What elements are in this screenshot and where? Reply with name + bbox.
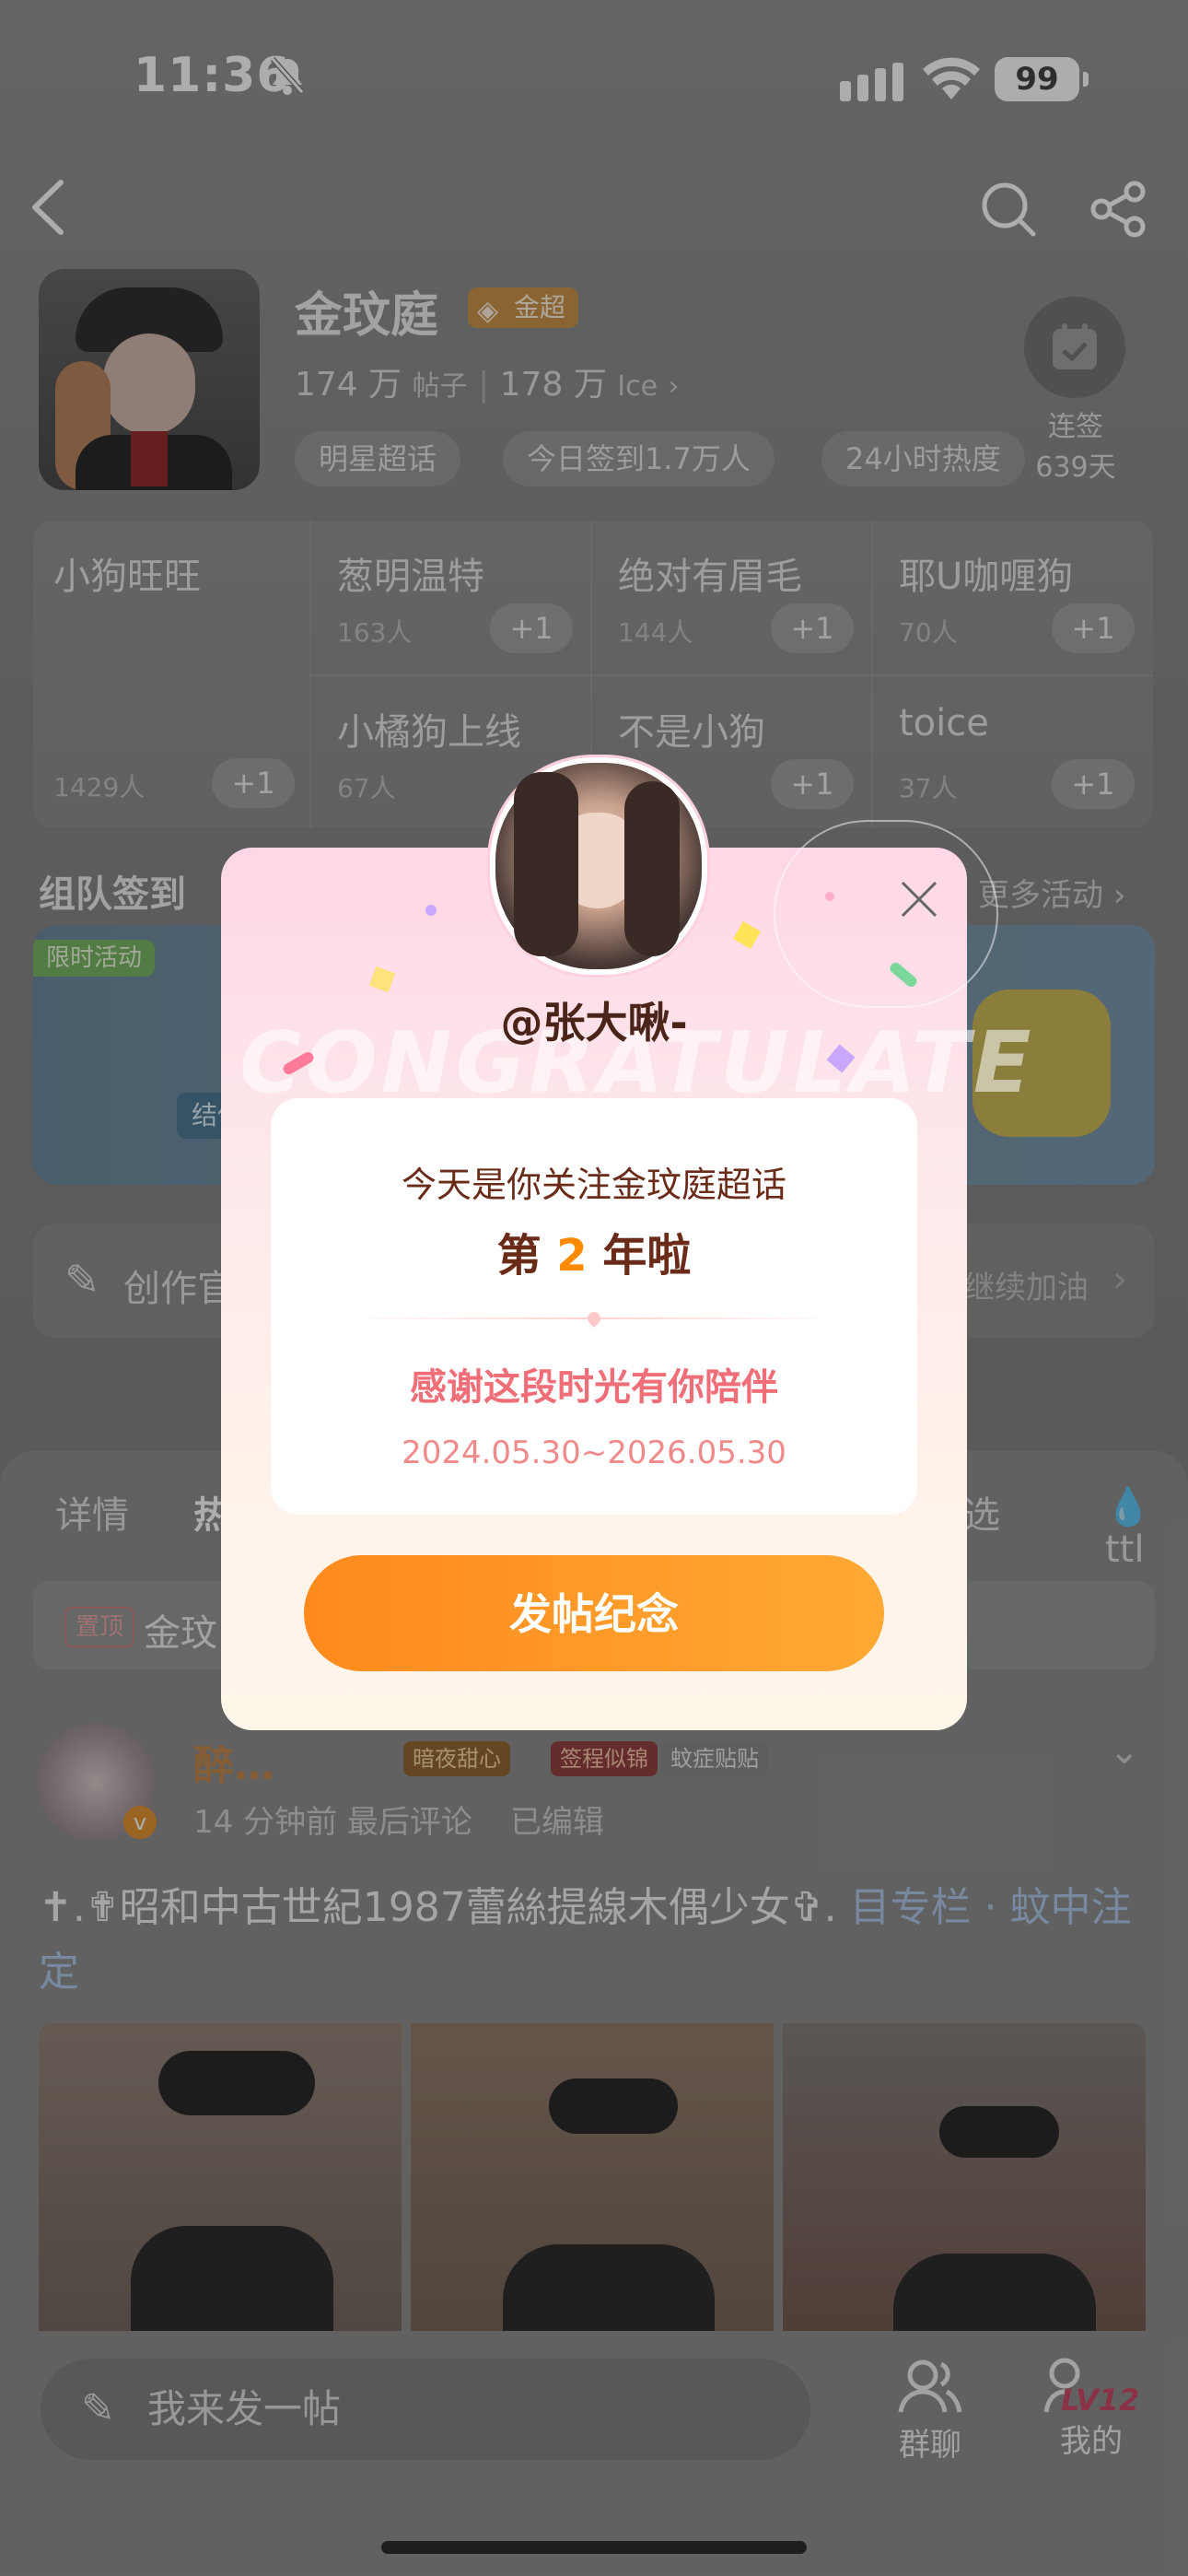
- anniversary-years: 第 2 年啦: [271, 1219, 917, 1283]
- decor-circle: [774, 820, 998, 1008]
- years-number: 2: [556, 1230, 588, 1282]
- thanks-message: 感谢这段时光有你陪伴: [410, 1366, 778, 1409]
- years-suffix: 年啦: [602, 1230, 692, 1282]
- date-range: 2024.05.30~2026.05.30: [402, 1434, 786, 1471]
- years-prefix: 第: [496, 1230, 542, 1282]
- user-handle: @张大啾-: [500, 998, 688, 1048]
- post-commemoration-button[interactable]: 发帖纪念: [304, 1555, 884, 1671]
- follow-message: 今天是你关注金玟庭超话: [401, 1165, 786, 1205]
- close-icon[interactable]: [893, 873, 945, 925]
- confetti-decor: [825, 892, 834, 901]
- user-avatar: [490, 757, 707, 975]
- confetti-decor: [425, 905, 437, 916]
